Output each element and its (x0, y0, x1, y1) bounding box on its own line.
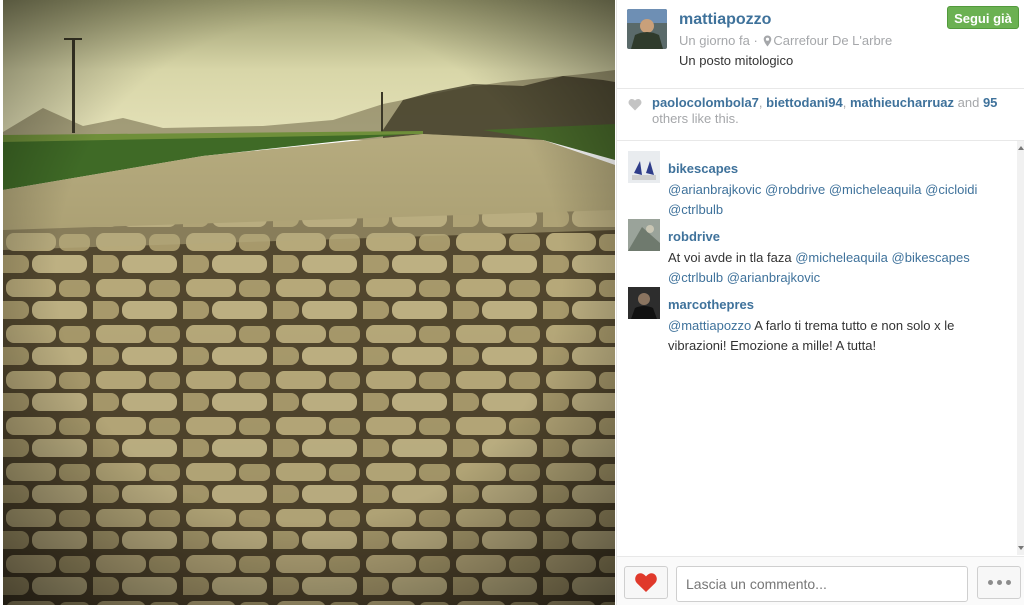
comment-item: robdrive At voi avde in tla faza @michel… (617, 219, 1012, 285)
commenter-avatar[interactable] (628, 287, 660, 319)
comment-input[interactable] (676, 566, 968, 602)
post-meta: Un giorno fa · Carrefour De L'arbre (679, 33, 892, 50)
follow-button[interactable]: Segui già (947, 6, 1019, 29)
scroll-down-arrow-icon[interactable] (1018, 546, 1024, 550)
comment-body: At voi avde in tla faza (668, 250, 796, 265)
comment-mention[interactable]: @arianbrajkovic (668, 182, 761, 197)
cobblestone-road-image (3, 0, 615, 605)
more-options-button[interactable] (977, 566, 1021, 599)
commenter-avatar[interactable] (628, 151, 660, 183)
likes-and: and (957, 95, 980, 110)
comment-item: bikescapes @arianbrajkovic @robdrive @mi… (617, 151, 1012, 221)
post-viewer: mattiapozzo Un giorno fa · Carrefour De … (0, 0, 1024, 605)
post-location[interactable]: Carrefour De L'arbre (773, 33, 892, 48)
meta-separator: · (753, 33, 758, 48)
liker-username[interactable]: mathieucharruaz (850, 95, 954, 110)
comment-item: marcothepres @mattiapozzo A farlo ti tre… (617, 287, 1012, 353)
comment-footer (617, 556, 1024, 605)
author-avatar[interactable] (627, 9, 667, 49)
post-time[interactable]: Un giorno fa (679, 33, 750, 48)
likes-list: paolocolombola7, biettodani94, mathieuch… (652, 95, 1012, 127)
liker-username[interactable]: paolocolombola7 (652, 95, 759, 110)
ellipsis-icon (996, 580, 1002, 585)
likes-separator: , (842, 95, 850, 110)
ellipsis-icon (987, 580, 993, 585)
post-sidebar: mattiapozzo Un giorno fa · Carrefour De … (616, 0, 1024, 605)
commenter-username[interactable]: bikescapes (668, 161, 738, 176)
avatar-image (627, 9, 667, 49)
likes-tail: others like this. (652, 111, 739, 126)
heart-icon (635, 573, 657, 592)
likes-section: paolocolombola7, biettodani94, mathieuch… (617, 88, 1024, 141)
comments-scrollbar[interactable] (1017, 141, 1024, 555)
comment-mention[interactable]: @cicloidi (925, 182, 977, 197)
post-header: mattiapozzo Un giorno fa · Carrefour De … (617, 0, 1024, 89)
author-username[interactable]: mattiapozzo (679, 11, 771, 29)
comment-text: At voi avde in tla faza @micheleaquila @… (668, 248, 998, 288)
comment-mention[interactable]: @ctrlbulb (668, 270, 723, 285)
comment-mention[interactable]: @mattiapozzo (668, 318, 751, 333)
liker-username[interactable]: biettodani94 (766, 95, 843, 110)
comment-mention[interactable]: @micheleaquila (829, 182, 922, 197)
comment-text: @mattiapozzo A farlo ti trema tutto e no… (668, 316, 998, 356)
commenter-username[interactable]: marcothepres (668, 297, 754, 312)
comment-mention[interactable]: @bikescapes (892, 250, 970, 265)
comment-mention[interactable]: @micheleaquila (795, 250, 888, 265)
comment-text: @arianbrajkovic @robdrive @micheleaquila… (668, 180, 998, 220)
comment-mention[interactable]: @robdrive (765, 182, 825, 197)
commenter-username[interactable]: robdrive (668, 229, 720, 244)
commenter-avatar[interactable] (628, 219, 660, 251)
post-caption: Un posto mitologico (679, 53, 794, 68)
like-button[interactable] (624, 566, 668, 599)
heart-icon (628, 98, 642, 116)
location-pin-icon (763, 35, 772, 50)
post-photo[interactable] (3, 0, 615, 605)
comment-mention[interactable]: @arianbrajkovic (727, 270, 820, 285)
scroll-up-arrow-icon[interactable] (1018, 146, 1024, 150)
ellipsis-icon (1005, 580, 1011, 585)
likes-count[interactable]: 95 (983, 95, 997, 110)
comment-mention[interactable]: @ctrlbulb (668, 202, 723, 217)
comments-list: bikescapes @arianbrajkovic @robdrive @mi… (617, 141, 1017, 555)
